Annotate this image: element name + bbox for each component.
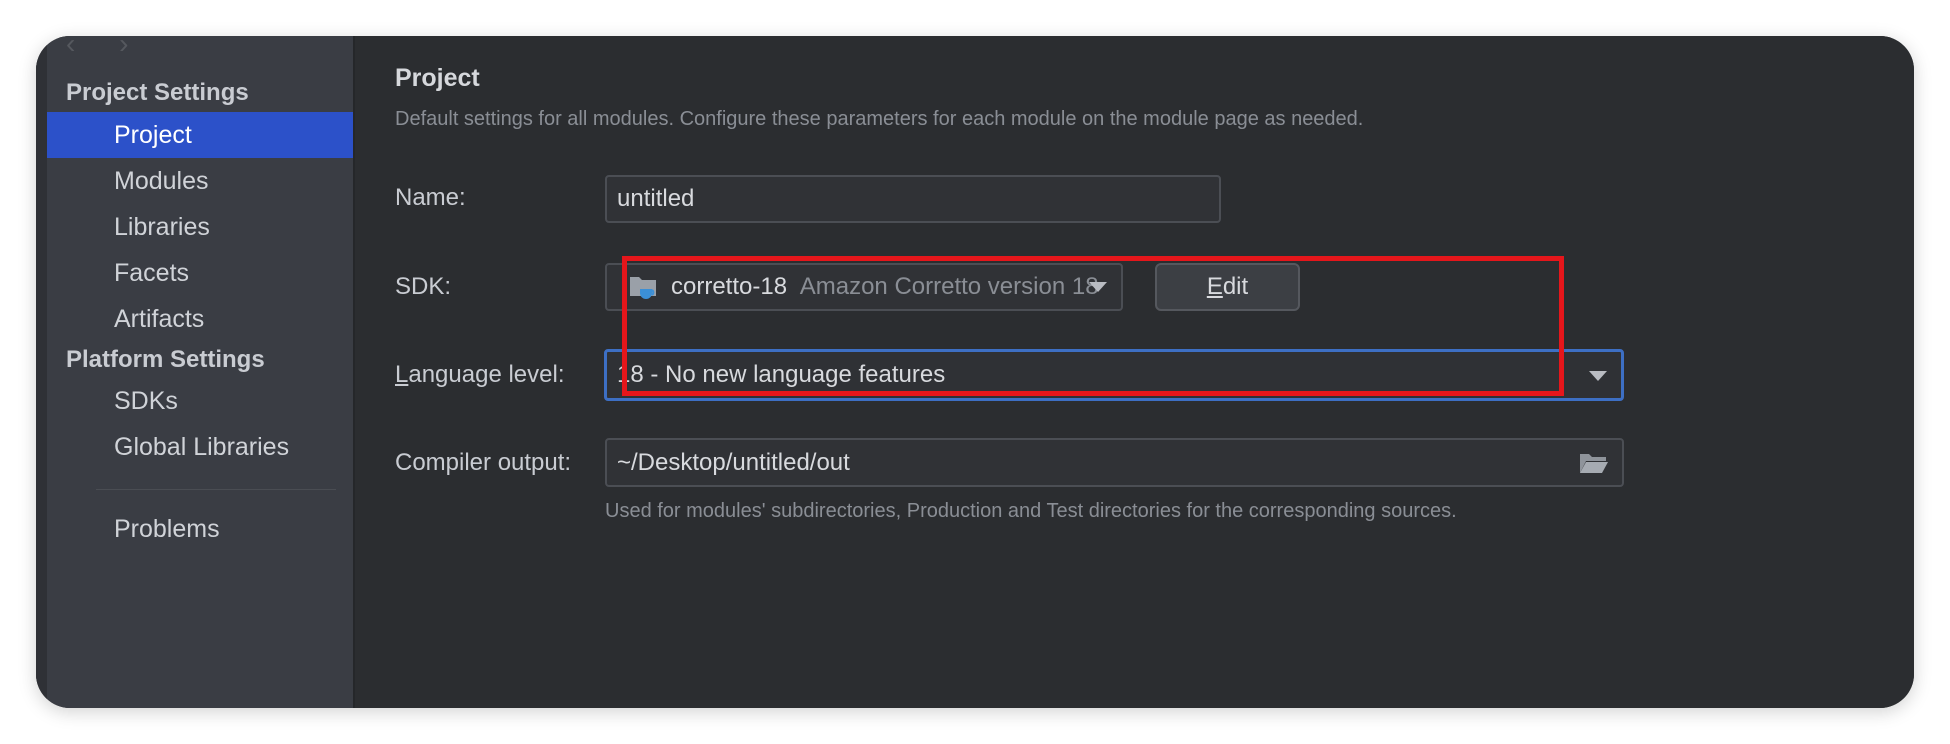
sidebar-item-global-libraries[interactable]: Global Libraries (47, 424, 353, 470)
sidebar-item-sdks[interactable]: SDKs (47, 378, 353, 424)
folder-open-icon[interactable] (1578, 451, 1610, 475)
platform-settings-header: Platform Settings (66, 346, 265, 373)
chevron-down-icon (1589, 371, 1607, 381)
sidebar-item-artifacts[interactable]: Artifacts (47, 296, 353, 342)
sdk-label: SDK: (395, 273, 452, 300)
name-field[interactable]: untitled (605, 175, 1221, 223)
sidebar-item-problems[interactable]: Problems (47, 506, 353, 552)
project-settings-header: Project Settings (66, 79, 249, 106)
page-title: Project (395, 64, 480, 92)
sidebar: ‹ › Project Settings Project Modules Lib… (36, 36, 355, 708)
project-structure-window: ‹ › Project Settings Project Modules Lib… (36, 36, 1914, 708)
project-settings-panel: Project Default settings for all modules… (355, 36, 1914, 708)
sidebar-item-project[interactable]: Project (47, 112, 353, 158)
sidebar-item-libraries[interactable]: Libraries (47, 204, 353, 250)
sidebar-divider (96, 489, 336, 490)
name-label: Name: (395, 184, 466, 211)
nav-arrows[interactable]: ‹ › (66, 36, 146, 60)
name-field-value: untitled (617, 185, 695, 212)
language-level-label: Language level: (395, 361, 565, 389)
compiler-output-label: Compiler output: (395, 449, 572, 476)
compiler-output-hint: Used for modules' subdirectories, Produc… (605, 500, 1457, 522)
sidebar-item-facets[interactable]: Facets (47, 250, 353, 296)
sidebar-item-modules[interactable]: Modules (47, 158, 353, 204)
highlight-box (622, 256, 1564, 396)
sidebar-edge (36, 36, 47, 708)
compiler-output-value: ~/Desktop/untitled/out (617, 449, 850, 476)
page-description: Default settings for all modules. Config… (395, 108, 1364, 130)
compiler-output-field[interactable]: ~/Desktop/untitled/out (605, 438, 1624, 487)
language-level-label-rest: anguage level: (408, 361, 565, 388)
language-level-mnemonic: L (395, 361, 409, 388)
